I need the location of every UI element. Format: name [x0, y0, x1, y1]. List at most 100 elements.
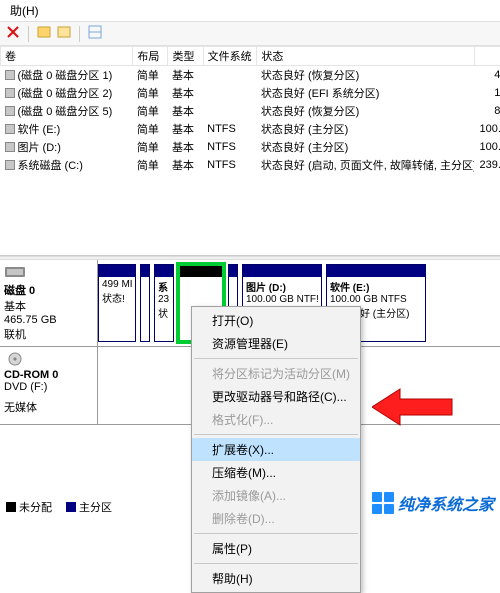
table-row[interactable]: 系统磁盘 (C:)简单基本NTFS状态良好 (启动, 页面文件, 故障转储, 主…	[1, 156, 500, 174]
table-row[interactable]: 图片 (D:)简单基本NTFS状态良好 (主分区)100.00 GB99.87 …	[1, 138, 500, 156]
partition-size: 100.00 GB NTF!	[246, 294, 318, 305]
volume-icon	[5, 160, 15, 170]
watermark-icon	[372, 492, 394, 514]
table-row[interactable]: (磁盘 0 磁盘分区 1)简单基本状态良好 (恢复分区)499 MB499 MB…	[1, 66, 500, 85]
disk-kind: 基本	[4, 298, 93, 314]
col-type[interactable]: 类型	[168, 47, 203, 66]
partition-size: 499 MI	[102, 279, 132, 290]
menu-bar: 助(H)	[0, 0, 500, 21]
toolbar-btn-1[interactable]	[37, 25, 51, 42]
ctx-help[interactable]: 帮助(H)	[192, 567, 360, 590]
ctx-properties[interactable]: 属性(P)	[192, 537, 360, 560]
cell-volume: (磁盘 0 磁盘分区 2)	[1, 84, 133, 102]
cell-type: 基本	[168, 66, 203, 85]
col-fs[interactable]: 文件系统	[203, 47, 257, 66]
ctx-add-mirror: 添加镜像(A)...	[192, 484, 360, 507]
disk-icon	[4, 264, 26, 280]
disk-name: CD-ROM 0	[4, 369, 93, 381]
cell-type: 基本	[168, 84, 203, 102]
cell-volume: 系统磁盘 (C:)	[1, 156, 133, 174]
col-layout[interactable]: 布局	[133, 47, 168, 66]
cell-fs: NTFS	[203, 156, 257, 174]
cell-fs	[203, 66, 257, 85]
disk-state: 联机	[4, 326, 93, 342]
cell-status: 状态良好 (恢复分区)	[257, 66, 474, 85]
cell-volume: 软件 (E:)	[1, 120, 133, 138]
cell-layout: 简单	[133, 156, 168, 174]
watermark-text: 纯净系统之家	[398, 491, 494, 515]
cell-status: 状态良好 (启动, 页面文件, 故障转储, 主分区)	[257, 156, 474, 174]
volume-icon	[5, 70, 15, 80]
cell-type: 基本	[168, 138, 203, 156]
ctx-open[interactable]: 打开(O)	[192, 309, 360, 332]
ctx-extend-volume[interactable]: 扩展卷(X)...	[192, 438, 360, 461]
cell-capacity: 239.67 GB	[474, 156, 500, 174]
partition-size: 100.00 GB NTFS	[330, 294, 422, 305]
menu-help[interactable]: 助(H)	[6, 2, 43, 20]
cell-layout: 简单	[133, 102, 168, 120]
cell-type: 基本	[168, 156, 203, 174]
table-row[interactable]: 软件 (E:)简单基本NTFS状态良好 (主分区)100.00 GB96.99 …	[1, 120, 500, 138]
toolbar-btn-2[interactable]	[57, 25, 71, 42]
partition-title: 软件 (E:)	[330, 279, 422, 294]
cell-layout: 简单	[133, 138, 168, 156]
cell-type: 基本	[168, 102, 203, 120]
partition-title: 图片 (D:)	[246, 279, 318, 294]
legend: 未分配 主分区	[6, 499, 112, 515]
cell-status: 状态良好 (主分区)	[257, 138, 474, 156]
partition[interactable]	[140, 264, 150, 342]
ctx-explorer[interactable]: 资源管理器(E)	[192, 332, 360, 355]
cell-volume: (磁盘 0 磁盘分区 5)	[1, 102, 133, 120]
partition[interactable]: 系23状	[154, 264, 174, 342]
volume-icon	[5, 142, 15, 152]
table-row[interactable]: (磁盘 0 磁盘分区 2)简单基本状态良好 (EFI 系统分区)100 MB10…	[1, 84, 500, 102]
ctx-change-drive[interactable]: 更改驱动器号和路径(C)...	[192, 385, 360, 408]
disk-size: 465.75 GB	[4, 314, 93, 326]
volume-icon	[5, 88, 15, 98]
cell-volume: (磁盘 0 磁盘分区 1)	[1, 66, 133, 85]
cell-capacity: 100.00 GB	[474, 120, 500, 138]
disk-state: 无媒体	[4, 399, 93, 415]
partition-size: 23	[158, 294, 170, 305]
cell-layout: 简单	[133, 84, 168, 102]
partition-status: 状	[158, 305, 170, 320]
cell-type: 基本	[168, 120, 203, 138]
callout-arrow-icon	[372, 385, 454, 429]
cell-layout: 简单	[133, 120, 168, 138]
cell-capacity: 100.00 GB	[474, 138, 500, 156]
cell-status: 状态良好 (EFI 系统分区)	[257, 84, 474, 102]
col-volume[interactable]: 卷	[1, 47, 133, 66]
cell-fs: NTFS	[203, 138, 257, 156]
col-capacity[interactable]: 容量	[474, 47, 500, 66]
cell-capacity: 499 MB	[474, 66, 500, 85]
table-row[interactable]: (磁盘 0 磁盘分区 5)简单基本状态良好 (恢复分区)826 MB826 MB…	[1, 102, 500, 120]
watermark: 纯净系统之家	[372, 491, 494, 515]
partition-title: 系	[158, 279, 170, 294]
table-header-row: 卷 布局 类型 文件系统 状态 容量 可用空间 % 可月	[1, 47, 500, 66]
cell-capacity: 100 MB	[474, 84, 500, 102]
cell-status: 状态良好 (主分区)	[257, 120, 474, 138]
disk-label: CD-ROM 0 DVD (F:) 无媒体	[0, 347, 98, 424]
cell-capacity: 826 MB	[474, 102, 500, 120]
volume-icon	[5, 124, 15, 134]
cell-layout: 简单	[133, 66, 168, 85]
toolbar	[0, 21, 500, 46]
partition-status: 状态!	[102, 290, 132, 305]
disc-icon	[4, 351, 26, 367]
col-status[interactable]: 状态	[257, 47, 474, 66]
cell-fs	[203, 102, 257, 120]
ctx-shrink-volume[interactable]: 压缩卷(M)...	[192, 461, 360, 484]
disk-kind: DVD (F:)	[4, 381, 93, 393]
volume-table: 卷 布局 类型 文件系统 状态 容量 可用空间 % 可月 (磁盘 0 磁盘分区 …	[0, 46, 500, 174]
legend-primary: 主分区	[66, 499, 112, 515]
close-icon[interactable]	[6, 25, 20, 42]
partition[interactable]: 499 MI状态!	[98, 264, 136, 342]
legend-unalloc: 未分配	[6, 499, 52, 515]
cell-volume: 图片 (D:)	[1, 138, 133, 156]
volume-list-pane: 卷 布局 类型 文件系统 状态 容量 可用空间 % 可月 (磁盘 0 磁盘分区 …	[0, 46, 500, 256]
volume-icon	[5, 106, 15, 116]
toolbar-btn-layout[interactable]	[88, 25, 102, 42]
context-menu: 打开(O) 资源管理器(E) 将分区标记为活动分区(M) 更改驱动器号和路径(C…	[191, 306, 361, 593]
ctx-mark-active: 将分区标记为活动分区(M)	[192, 362, 360, 385]
cell-fs	[203, 84, 257, 102]
